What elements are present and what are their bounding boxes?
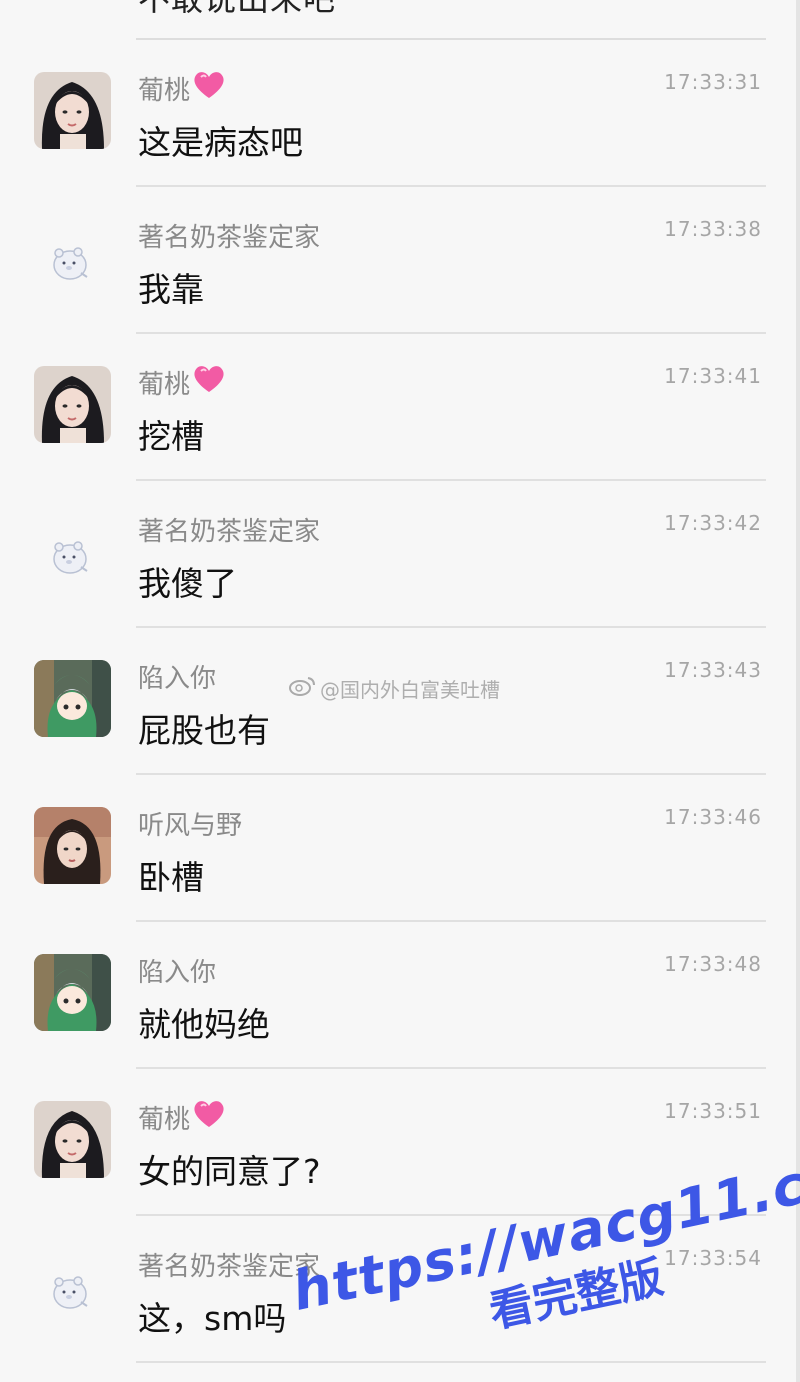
message-text: 女的同意了? bbox=[138, 1152, 321, 1191]
message-row[interactable]: 葡桃 17:33:51 女的同意了? bbox=[0, 1069, 800, 1216]
timestamp: 17:33:51 bbox=[664, 1099, 762, 1123]
message-text: 就他妈绝 bbox=[138, 1005, 270, 1044]
heart-emoji-icon bbox=[192, 70, 226, 107]
message-text: 我傻了 bbox=[138, 564, 237, 603]
sender-name: 葡桃 bbox=[138, 1099, 226, 1136]
bear-avatar[interactable] bbox=[34, 513, 111, 590]
bear-avatar[interactable] bbox=[34, 219, 111, 296]
sender-name: 陷入你 bbox=[138, 664, 217, 694]
anime-avatar[interactable] bbox=[34, 660, 111, 737]
message-row[interactable]: 葡桃 17:33:41 挖槽 bbox=[0, 334, 800, 481]
message-text: 挖槽 bbox=[138, 417, 204, 456]
previous-message-fragment: 不敢说出来吧 bbox=[138, 0, 336, 20]
message-row[interactable]: 著名奶茶鉴定家 17:33:42 我傻了 bbox=[0, 481, 800, 628]
timestamp: 17:33:48 bbox=[664, 952, 762, 976]
sender-name: 著名奶茶鉴定家 bbox=[138, 223, 321, 253]
timestamp: 17:33:43 bbox=[664, 658, 762, 682]
message-text: 卧槽 bbox=[138, 858, 204, 897]
sender-name: 著名奶茶鉴定家 bbox=[138, 517, 321, 547]
sender-name: 葡桃 bbox=[138, 364, 226, 401]
timestamp: 17:33:54 bbox=[664, 1246, 762, 1270]
weibo-logo-icon bbox=[288, 675, 316, 702]
girl2-avatar[interactable] bbox=[34, 807, 111, 884]
timestamp: 17:33:38 bbox=[664, 217, 762, 241]
sender-name: 陷入你 bbox=[138, 958, 217, 988]
message-text: 屁股也有 bbox=[138, 711, 270, 750]
timestamp: 17:33:46 bbox=[664, 805, 762, 829]
girl-avatar[interactable] bbox=[34, 1101, 111, 1178]
message-text: 这是病态吧 bbox=[138, 123, 303, 162]
sender-name: 葡桃 bbox=[138, 70, 226, 107]
anime-avatar[interactable] bbox=[34, 954, 111, 1031]
timestamp: 17:33:42 bbox=[664, 511, 762, 535]
message-row[interactable]: 著名奶茶鉴定家 17:33:38 我靠 bbox=[0, 187, 800, 334]
message-row[interactable]: 著名奶茶鉴定家 17:33:54 这，sm吗 bbox=[0, 1216, 800, 1363]
heart-emoji-icon bbox=[192, 364, 226, 401]
sender-name: 著名奶茶鉴定家 bbox=[138, 1252, 321, 1282]
heart-emoji-icon bbox=[192, 1099, 226, 1136]
divider bbox=[136, 1361, 766, 1363]
sender-name: 听风与野 bbox=[138, 811, 243, 841]
girl-avatar[interactable] bbox=[34, 366, 111, 443]
message-text: 我靠 bbox=[138, 270, 204, 309]
message-row[interactable]: 听风与野 17:33:46 卧槽 bbox=[0, 775, 800, 922]
message-text: 这，sm吗 bbox=[138, 1299, 287, 1338]
weibo-watermark: @国内外白富美吐槽 bbox=[288, 674, 500, 703]
message-row[interactable]: 葡桃 17:33:31 这是病态吧 bbox=[0, 40, 800, 187]
timestamp: 17:33:41 bbox=[664, 364, 762, 388]
timestamp: 17:33:31 bbox=[664, 70, 762, 94]
bear-avatar[interactable] bbox=[34, 1248, 111, 1325]
message-row[interactable]: 陷入你 17:33:48 就他妈绝 bbox=[0, 922, 800, 1069]
girl-avatar[interactable] bbox=[34, 72, 111, 149]
